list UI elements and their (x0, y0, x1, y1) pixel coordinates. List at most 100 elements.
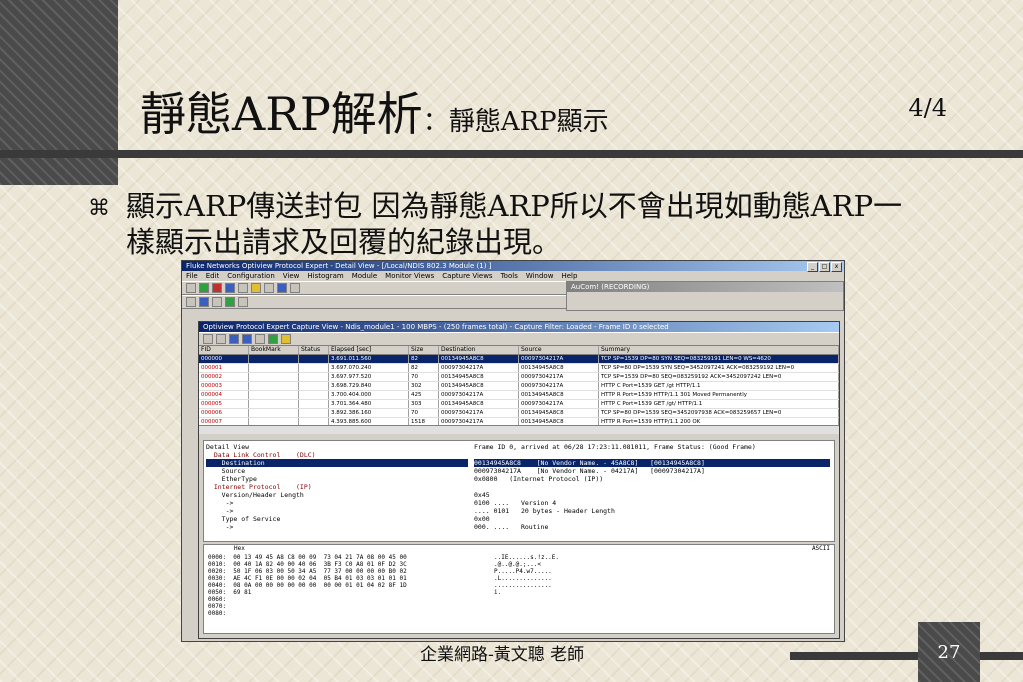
view-icon[interactable] (277, 283, 287, 293)
restore-button[interactable]: □ (819, 262, 830, 272)
menu-item[interactable]: File (186, 271, 198, 281)
recording-window: AuCom! (RECORDING) (566, 281, 844, 311)
detail-tree-item[interactable]: Source (206, 467, 468, 475)
table-cell: 70 (409, 409, 439, 417)
decode-icon[interactable] (268, 334, 278, 344)
column-header[interactable]: FID (199, 346, 249, 354)
chart-icon[interactable] (238, 283, 248, 293)
detail-tree-item[interactable]: -> (206, 507, 468, 515)
table-cell: 3.701.364.480 (329, 400, 409, 408)
tool-icon[interactable] (264, 283, 274, 293)
table-cell: HTTP C Port=1539 GET /gt HTTP/1.1 (599, 382, 839, 390)
detail-tree-item[interactable]: Destination (206, 459, 468, 467)
hex-icon[interactable] (212, 297, 222, 307)
detail-tree-item[interactable]: Version/Header Length (206, 491, 468, 499)
table-cell: TCP SP=80 DP=1539 SYN SEQ=3452097241 ACK… (599, 364, 839, 372)
detail-tree-item[interactable]: -> (206, 499, 468, 507)
table-cell (299, 409, 329, 417)
table-cell: 00134945A8C8 (439, 355, 519, 363)
table-cell (249, 373, 299, 381)
column-header[interactable]: BookMark (249, 346, 299, 354)
menu-item[interactable]: View (283, 271, 300, 281)
list-icon[interactable] (186, 297, 196, 307)
table-row[interactable]: 000004 3.700.404.000 425 00097304217A 001349… (199, 391, 839, 400)
hex-pane: Hex ASCII 0000: 00 13 49 45 A8 C8 00 09 … (203, 544, 835, 634)
detail-tree-item[interactable]: Type of Service (206, 515, 468, 523)
table-row[interactable]: 000006 3.892.386.160 70 00097304217A 0013494… (199, 409, 839, 418)
table-cell: 00097304217A (519, 382, 599, 390)
table-cell: TCP SP=80 DP=1539 SEQ=3452097938 ACK=083… (599, 409, 839, 417)
table-row[interactable]: 000002 3.697.977.520 70 00134945A8C8 0009730… (199, 373, 839, 382)
column-header[interactable]: Summary (599, 346, 839, 354)
bullet-icon: ⌘ (88, 196, 110, 221)
menu-item[interactable]: Module (352, 271, 377, 281)
hex-line: 0060: (208, 596, 227, 603)
help-icon[interactable] (290, 283, 300, 293)
detail-tree-item[interactable]: Internet Protocol (IP) (206, 483, 468, 491)
menu-item[interactable]: Edit (206, 271, 220, 281)
detail-value: Frame ID 0, arrived at 06/28 17:23:11.08… (474, 443, 756, 451)
hex-label: Hex (234, 545, 245, 552)
table-cell: 1518 (409, 418, 439, 425)
horizontal-scrollbar[interactable] (199, 425, 839, 434)
table-cell (299, 355, 329, 363)
column-header[interactable]: Source (519, 346, 599, 354)
close-button[interactable]: x (831, 262, 842, 272)
detail-tree-item[interactable]: Data Link Control (DLC) (206, 451, 468, 459)
filter-icon[interactable] (251, 283, 261, 293)
table-cell: 3.700.404.000 (329, 391, 409, 399)
menu-item[interactable]: Configuration (227, 271, 274, 281)
table-row[interactable]: 000005 3.701.364.480 303 00134945A8C8 000973… (199, 400, 839, 409)
grid-icon[interactable] (225, 283, 235, 293)
table-cell: 000002 (199, 373, 249, 381)
table-row[interactable]: 000003 3.698.729.840 302 00134945A8C8 000973… (199, 382, 839, 391)
column-header[interactable]: Elapsed [sec] (329, 346, 409, 354)
menu-item[interactable]: Monitor Views (385, 271, 434, 281)
table-row[interactable]: 000007 4.393.885.600 1518 00097304217A 00134… (199, 418, 839, 425)
column-header[interactable]: Size (409, 346, 439, 354)
menu-item[interactable]: Help (561, 271, 577, 281)
menu-item[interactable]: Capture Views (442, 271, 492, 281)
table-cell (249, 382, 299, 390)
table-row[interactable]: 000001 3.697.070.240 82 00097304217A 0013494… (199, 364, 839, 373)
hex-line: 0040: 08 0A 00 00 00 00 00 00 00 00 01 0… (208, 582, 407, 589)
bookmark-icon[interactable] (255, 334, 265, 344)
table-cell (249, 400, 299, 408)
table-cell: 00097304217A (439, 409, 519, 417)
column-header[interactable]: Status (299, 346, 329, 354)
table-cell: 3.691.011.560 (329, 355, 409, 363)
detail-pane: Detail View Data Link Control (DLC) Dest… (203, 440, 835, 542)
save-icon[interactable] (203, 334, 213, 344)
table-cell: HTTP C Port=1539 GET /gt/ HTTP/1.1 (599, 400, 839, 408)
detail-tree-item[interactable]: -> (206, 523, 468, 531)
stop-icon[interactable] (212, 283, 222, 293)
table-row[interactable]: 000000 3.691.011.560 82 00134945A8C8 0009730… (199, 355, 839, 364)
hex-line: 0020: 50 1F 06 03 00 50 34 A5 77 37 00 0… (208, 568, 407, 575)
ascii-line: .L.............. (494, 575, 552, 582)
menu-item[interactable]: Tools (501, 271, 518, 281)
new-icon[interactable] (186, 283, 196, 293)
detail-tree-item[interactable]: Detail View (206, 443, 468, 451)
table-cell: HTTP R Port=1539 HTTP/1.1 200 OK (599, 418, 839, 425)
column-header[interactable]: Destination (439, 346, 519, 354)
detail-tree-item[interactable]: EtherType (206, 475, 468, 483)
table-cell: 82 (409, 355, 439, 363)
slide-subtitle: ：靜態ARP顯示 (422, 107, 609, 137)
help-icon-2[interactable] (281, 334, 291, 344)
capture-titlebar: Optiview Protocol Expert Capture View - … (199, 322, 839, 332)
app-titlebar: Fluke Networks Optiview Protocol Expert … (182, 261, 844, 272)
play-icon[interactable] (199, 283, 209, 293)
last-frame-icon[interactable] (242, 334, 252, 344)
menu-item[interactable]: Histogram (307, 271, 343, 281)
find-icon[interactable] (216, 334, 226, 344)
first-frame-icon[interactable] (229, 334, 239, 344)
refresh-icon[interactable] (225, 297, 235, 307)
menu-bar: File Edit Configuration View Histogram Module… (182, 271, 844, 281)
options-icon[interactable] (238, 297, 248, 307)
detail-icon[interactable] (199, 297, 209, 307)
menu-item[interactable]: Window (526, 271, 554, 281)
ascii-dump: ..IE......s.!z..E. .@..@.@.;...< P.....P4.… (494, 554, 559, 596)
page-fraction: 4/4 (908, 94, 947, 122)
minimize-button[interactable]: _ (807, 262, 818, 272)
ascii-line: ................ (494, 582, 552, 589)
